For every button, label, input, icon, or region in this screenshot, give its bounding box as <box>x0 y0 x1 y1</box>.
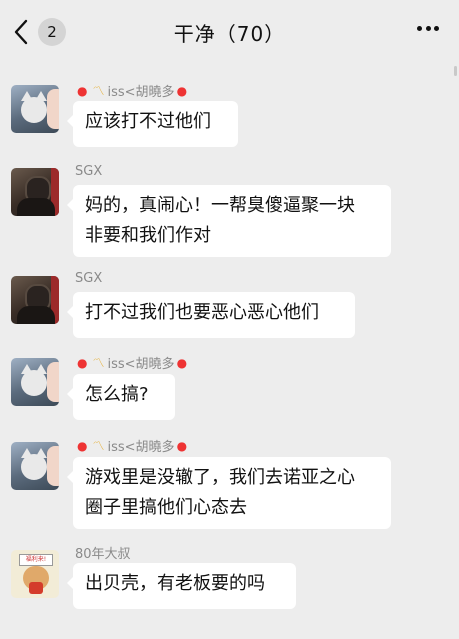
message-text: 妈的，真闹心！一帮臭傻逼聚一块 <box>85 195 355 216</box>
balloon-icon: ● <box>176 83 188 98</box>
sender-name: SGX <box>75 164 103 179</box>
message-bubble[interactable]: 出贝壳，有老板要的吗 <box>67 563 296 609</box>
balloon-icon: ● <box>77 83 88 98</box>
more-options-icon[interactable] <box>417 26 439 34</box>
message-bubble[interactable]: 打不过我们也要恶心恶心他们 <box>67 292 355 338</box>
message-text: 出贝壳，有老板要的吗 <box>85 573 265 594</box>
balloon-icon: ● <box>77 355 88 370</box>
sender-name: ● 〽 iss<胡曉多 ● <box>77 83 188 101</box>
crown-icon: 〽 <box>92 84 105 98</box>
chat-title: 干净（70） <box>173 22 286 46</box>
message-bubble[interactable]: 应该打不过他们 <box>67 101 238 147</box>
message-text: 应该打不过他们 <box>85 111 211 132</box>
avatar[interactable]: 福利来! <box>11 550 59 598</box>
chat-header: 2 干净（70） <box>0 0 459 66</box>
message-text: 非要和我们作对 <box>85 225 211 246</box>
message-bubble[interactable]: 怎么搞? <box>67 374 175 420</box>
avatar[interactable] <box>11 168 59 216</box>
avatar[interactable] <box>11 276 59 324</box>
crown-icon: 〽 <box>92 439 105 453</box>
sender-name: 80年大叔 <box>75 547 131 562</box>
message-text: 怎么搞? <box>85 384 149 405</box>
sender-name: ● 〽 iss<胡曉多 ● <box>77 355 188 373</box>
avatar[interactable] <box>11 358 59 406</box>
message-bubble[interactable]: 游戏里是没辙了，我们去诺亚之心 圈子里搞他们心态去 <box>67 457 391 529</box>
message-bubble[interactable]: 妈的，真闹心！一帮臭傻逼聚一块 非要和我们作对 <box>67 185 391 257</box>
balloon-icon: ● <box>77 438 88 453</box>
balloon-icon: ● <box>176 438 188 453</box>
sender-name: SGX <box>75 271 103 286</box>
scrollbar[interactable] <box>454 66 457 76</box>
sender-name: ● 〽 iss<胡曉多 ● <box>77 438 188 456</box>
crown-icon: 〽 <box>92 356 105 370</box>
message-text: 圈子里搞他们心态去 <box>85 497 247 518</box>
avatar[interactable] <box>11 85 59 133</box>
balloon-icon: ● <box>176 355 188 370</box>
message-text: 打不过我们也要恶心恶心他们 <box>85 302 319 323</box>
avatar[interactable] <box>11 442 59 490</box>
message-text: 游戏里是没辙了，我们去诺亚之心 <box>85 467 355 488</box>
